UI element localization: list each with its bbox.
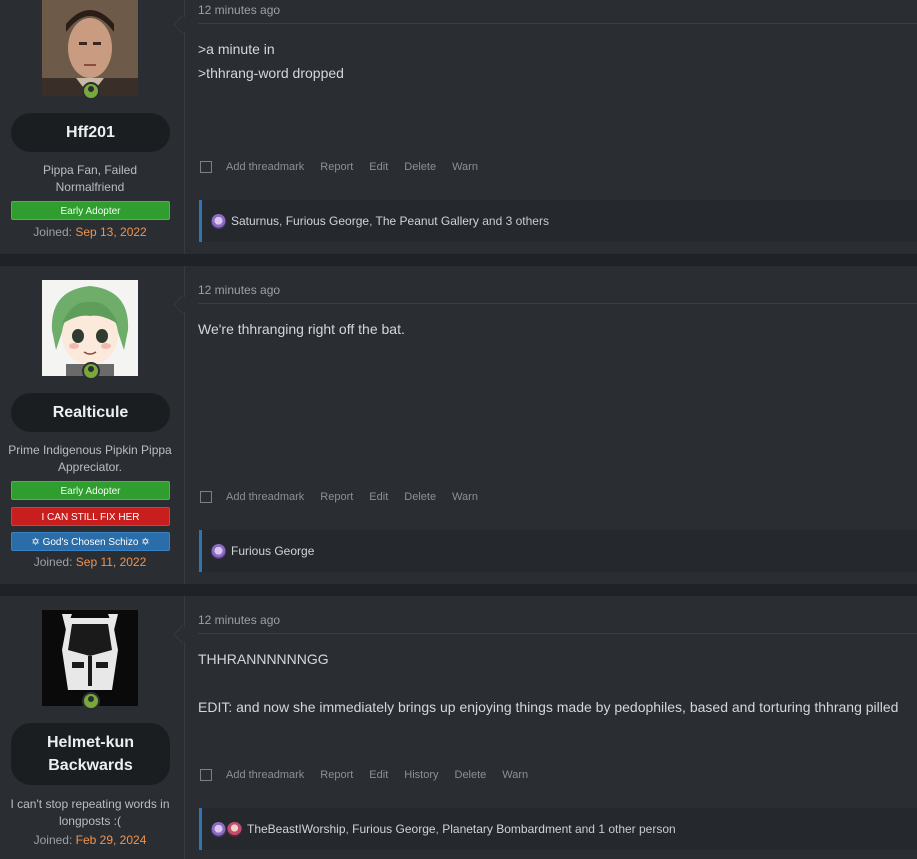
post-line: >a minute in [198, 41, 275, 57]
username[interactable]: Helmet-kun Backwards [11, 723, 170, 785]
divider [198, 303, 917, 304]
joined-label: Joined: [33, 833, 73, 847]
reactor-name[interactable]: Saturnus [231, 214, 279, 228]
reaction-icon [211, 821, 226, 837]
warn-link[interactable]: Warn [452, 491, 478, 503]
joined-info: Joined: Sep 13, 2022 [0, 225, 180, 239]
reaction-list: TheBeastIWorship, Furious George, Planet… [247, 822, 676, 836]
joined-date[interactable]: Sep 13, 2022 [75, 225, 146, 239]
post-body: THHRANNNNNNGG EDIT: and now she immediat… [198, 647, 898, 719]
delete-link[interactable]: Delete [404, 161, 436, 173]
user-cell: Helmet-kun Backwards I can't stop repeat… [0, 596, 185, 859]
reaction-icon [211, 213, 226, 229]
divider [198, 23, 917, 24]
reaction-list: Furious George [231, 544, 314, 558]
edit-link[interactable]: Edit [369, 491, 388, 503]
user-cell: Realticule Prime Indigenous Pipkin Pippa… [0, 266, 185, 584]
warn-link[interactable]: Warn [452, 161, 478, 173]
reaction-trail[interactable]: and 3 others [479, 214, 549, 228]
history-link[interactable]: History [404, 769, 438, 781]
post-line [198, 671, 898, 695]
add-threadmark-link[interactable]: Add threadmark [226, 769, 304, 781]
report-link[interactable]: Report [320, 161, 353, 173]
reactor-name[interactable]: Planetary Bombardment [442, 822, 571, 836]
user-banner: Early Adopter [11, 201, 170, 220]
joined-date[interactable]: Feb 29, 2024 [76, 833, 147, 847]
post-actions: Add threadmark Report Edit Delete Warn [199, 491, 494, 503]
reactor-name[interactable]: Furious George [286, 214, 369, 228]
joined-label: Joined: [33, 225, 72, 239]
delete-link[interactable]: Delete [404, 491, 436, 503]
post-date[interactable]: 12 minutes ago [198, 613, 280, 627]
post-line: EDIT: and now she immediately brings up … [198, 699, 899, 715]
post-date[interactable]: 12 minutes ago [198, 3, 280, 17]
online-status-icon [82, 82, 100, 100]
user-banner: Early Adopter [11, 481, 170, 500]
select-checkbox[interactable] [200, 769, 212, 781]
user-title: Prime Indigenous Pipkin Pippa Appreciato… [8, 443, 172, 474]
online-status-icon [82, 362, 100, 380]
username[interactable]: Realticule [11, 393, 170, 432]
reaction-trail[interactable]: and 1 other person [572, 822, 676, 836]
post-line: THHRANNNNNNGG [198, 651, 329, 667]
joined-info: Joined: Sep 11, 2022 [0, 555, 180, 569]
user-title: Pippa Fan, Failed Normalfriend [42, 163, 138, 194]
reaction-list: Saturnus, Furious George, The Peanut Gal… [231, 214, 549, 228]
divider [198, 633, 917, 634]
post-body: We're thhranging right off the bat. [198, 317, 405, 341]
user-cell: Hff201 Pippa Fan, Failed Normalfriend Ea… [0, 0, 185, 254]
post-actions: Add threadmark Report Edit History Delet… [199, 769, 544, 781]
reactions-bar[interactable]: Furious George [199, 530, 917, 572]
edit-link[interactable]: Edit [369, 161, 388, 173]
reactions-bar[interactable]: Saturnus, Furious George, The Peanut Gal… [199, 200, 917, 242]
online-status-icon [82, 692, 100, 710]
report-link[interactable]: Report [320, 491, 353, 503]
post: Helmet-kun Backwards I can't stop repeat… [0, 596, 917, 859]
post: Hff201 Pippa Fan, Failed Normalfriend Ea… [0, 0, 917, 254]
post-actions: Add threadmark Report Edit Delete Warn [199, 161, 494, 173]
reaction-icon [227, 821, 242, 837]
delete-link[interactable]: Delete [455, 769, 487, 781]
joined-label: Joined: [33, 555, 73, 569]
post-line: We're thhranging right off the bat. [198, 321, 405, 337]
add-threadmark-link[interactable]: Add threadmark [226, 491, 304, 503]
reactor-name[interactable]: Furious George [231, 544, 314, 558]
reactions-bar[interactable]: TheBeastIWorship, Furious George, Planet… [199, 808, 917, 850]
user-banner: I CAN STILL FIX HER [11, 507, 170, 526]
user-title: I can't stop repeating words in longpost… [10, 797, 170, 828]
edit-link[interactable]: Edit [369, 769, 388, 781]
user-banner: ✡ God's Chosen Schizo ✡ [11, 532, 170, 551]
post: Realticule Prime Indigenous Pipkin Pippa… [0, 266, 917, 584]
joined-info: Joined: Feb 29, 2024 [0, 833, 180, 847]
reaction-icon [211, 543, 226, 559]
select-checkbox[interactable] [200, 491, 212, 503]
post-body: >a minute in >thhrang-word dropped [198, 37, 344, 85]
reactor-name[interactable]: Furious George [352, 822, 435, 836]
select-checkbox[interactable] [200, 161, 212, 173]
warn-link[interactable]: Warn [502, 769, 528, 781]
post-line: >thhrang-word dropped [198, 65, 344, 81]
report-link[interactable]: Report [320, 769, 353, 781]
username[interactable]: Hff201 [11, 113, 170, 152]
post-date[interactable]: 12 minutes ago [198, 283, 280, 297]
joined-date[interactable]: Sep 11, 2022 [76, 555, 147, 569]
add-threadmark-link[interactable]: Add threadmark [226, 161, 304, 173]
reactor-name[interactable]: The Peanut Gallery [376, 214, 479, 228]
reactor-name[interactable]: TheBeastIWorship [247, 822, 346, 836]
